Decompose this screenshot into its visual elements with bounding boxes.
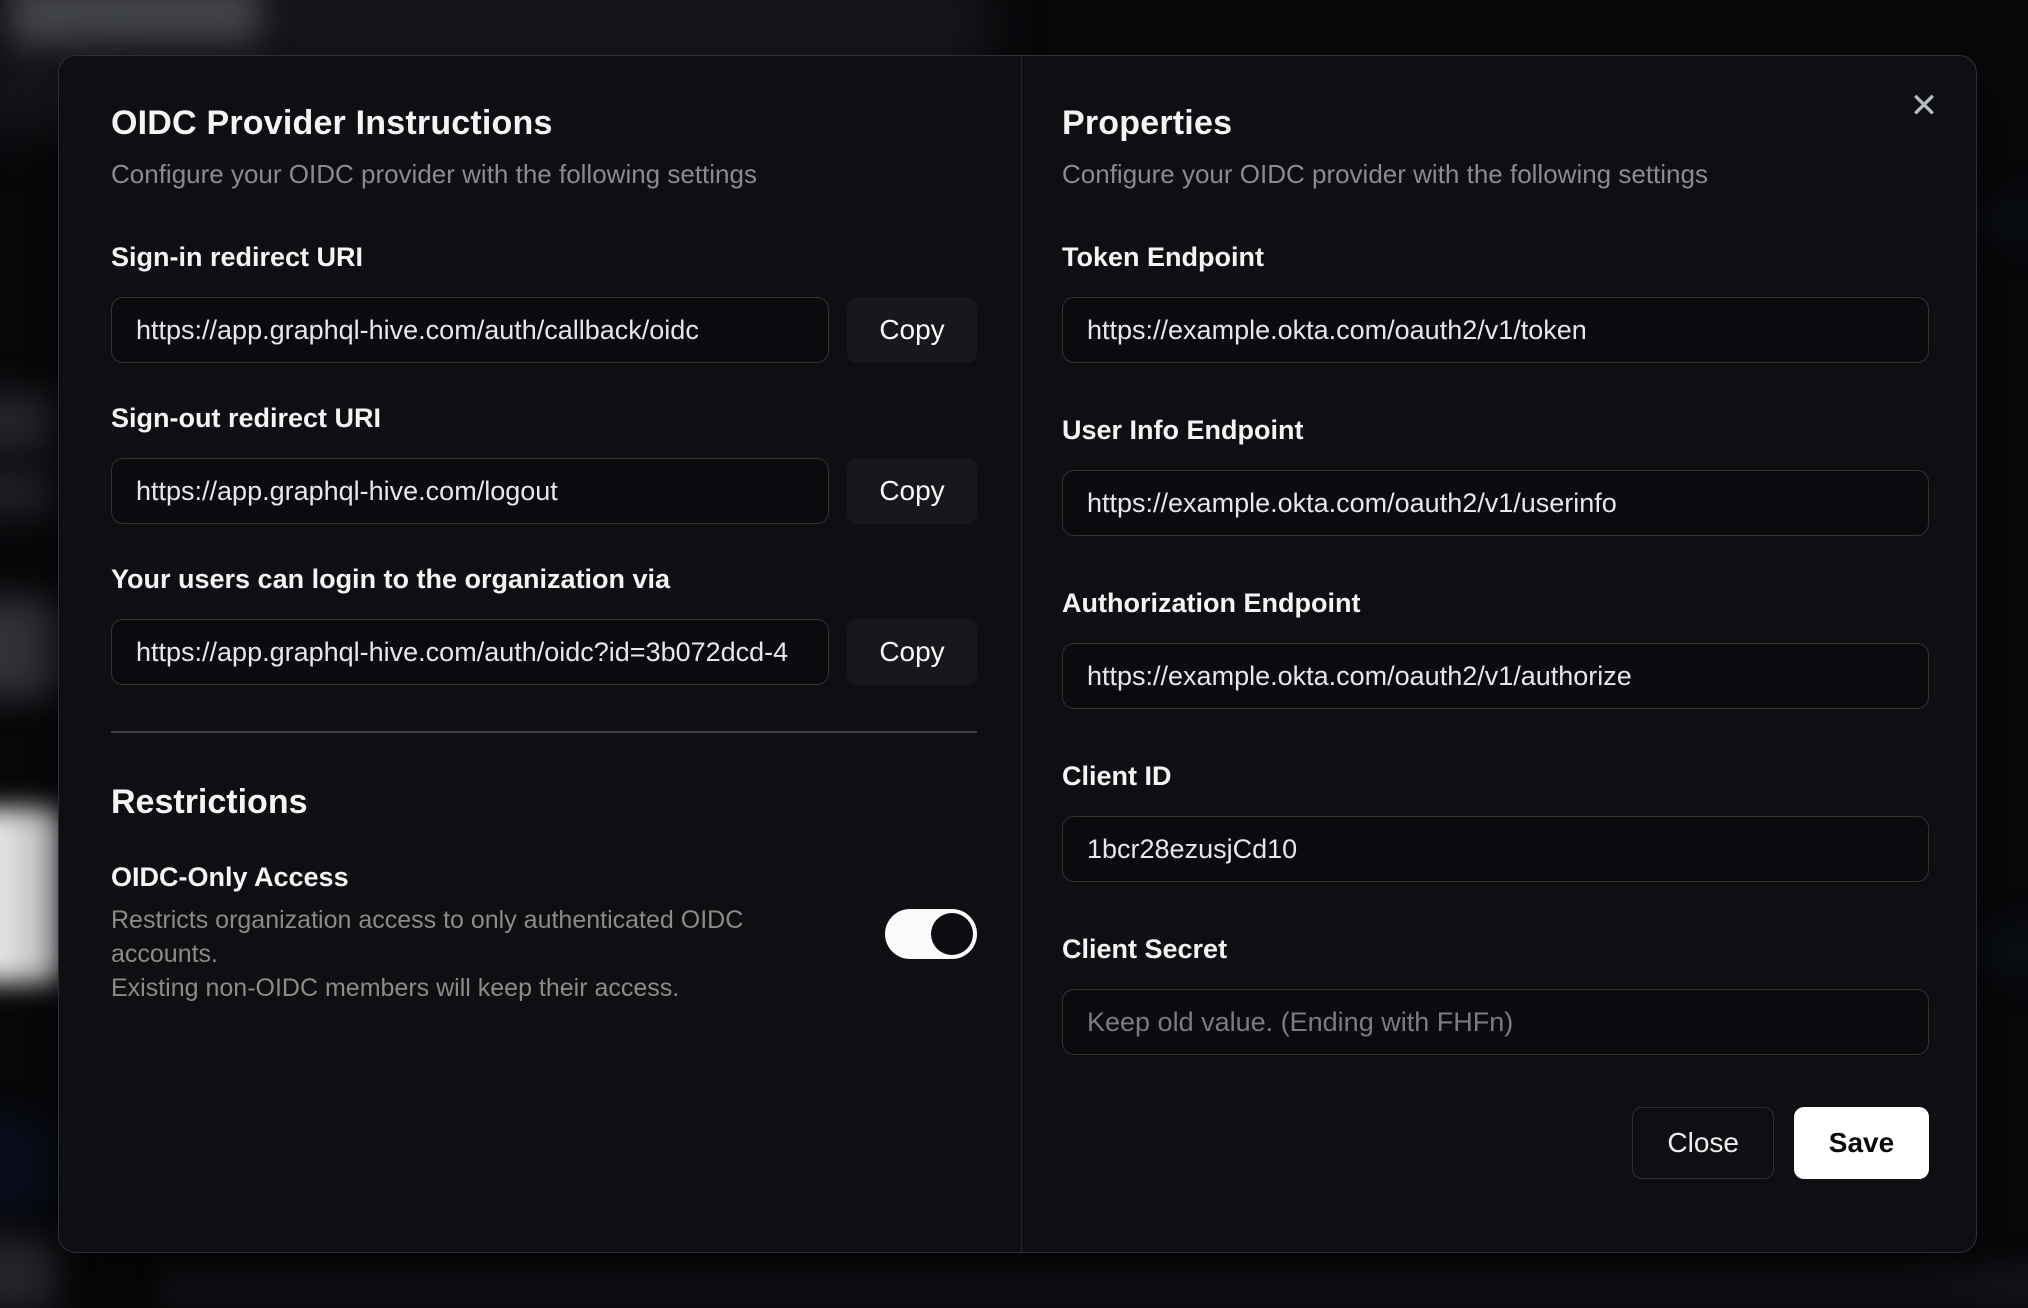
oidc-only-access-row: OIDC-Only Access Restricts organization … xyxy=(111,862,977,1005)
restrictions-title: Restrictions xyxy=(111,783,308,821)
client-id-label: Client ID xyxy=(1062,761,1172,791)
blurred-background-highlight xyxy=(0,808,62,983)
oidc-provider-modal: OIDC Provider Instructions Configure you… xyxy=(58,55,1977,1253)
description-line-2: Existing non-OIDC members will keep thei… xyxy=(111,974,680,1002)
oidc-only-access-label: OIDC-Only Access xyxy=(111,862,349,892)
oidc-only-access-description: Restricts organization access to only au… xyxy=(111,903,811,1005)
login-url-group: Your users can login to the organization… xyxy=(111,564,977,685)
client-secret-label: Client Secret xyxy=(1062,934,1228,964)
section-divider xyxy=(111,731,977,733)
user-info-endpoint-input[interactable] xyxy=(1062,470,1929,536)
login-url-row: Copy xyxy=(111,619,977,685)
oidc-only-access-texts: OIDC-Only Access Restricts organization … xyxy=(111,862,811,1005)
sign-in-redirect-group: Sign-in redirect URI Copy xyxy=(111,242,977,363)
token-endpoint-group: Token Endpoint xyxy=(1062,242,1929,363)
sign-in-copy-button[interactable]: Copy xyxy=(847,297,977,363)
close-button[interactable]: Close xyxy=(1632,1107,1774,1179)
authorization-endpoint-input[interactable] xyxy=(1062,643,1929,709)
sign-in-redirect-row: Copy xyxy=(111,297,977,363)
blurred-background-item xyxy=(1980,200,2028,240)
user-info-endpoint-label: User Info Endpoint xyxy=(1062,415,1304,445)
sign-out-redirect-input[interactable] xyxy=(111,458,829,524)
login-url-copy-button[interactable]: Copy xyxy=(847,619,977,685)
sign-in-redirect-label: Sign-in redirect URI xyxy=(111,242,364,272)
login-url-input[interactable] xyxy=(111,619,829,685)
oidc-only-access-toggle[interactable] xyxy=(885,908,977,959)
save-button[interactable]: Save xyxy=(1794,1107,1929,1179)
blurred-background-logo xyxy=(10,0,260,44)
token-endpoint-input[interactable] xyxy=(1062,297,1929,363)
blurred-background-item xyxy=(0,598,60,698)
description-line-1: Restricts organization access to only au… xyxy=(111,906,744,968)
client-secret-group: Client Secret xyxy=(1062,934,1929,1055)
authorization-endpoint-group: Authorization Endpoint xyxy=(1062,588,1929,709)
sign-out-redirect-group: Sign-out redirect URI Copy xyxy=(111,403,977,524)
client-id-input[interactable] xyxy=(1062,816,1929,882)
blurred-background-item xyxy=(160,1262,2028,1308)
instructions-title: OIDC Provider Instructions xyxy=(111,104,553,142)
token-endpoint-label: Token Endpoint xyxy=(1062,242,1264,272)
sign-out-redirect-label: Sign-out redirect URI xyxy=(111,403,382,433)
screen-backdrop: OIDC Provider Instructions Configure you… xyxy=(0,0,2028,1308)
blurred-background-item xyxy=(0,1238,58,1308)
blurred-background-item xyxy=(0,1118,58,1213)
close-icon[interactable]: ✕ xyxy=(1902,84,1946,128)
blurred-background-item xyxy=(0,392,58,454)
blurred-background-item xyxy=(1980,925,2028,977)
sign-in-redirect-input[interactable] xyxy=(111,297,829,363)
toggle-knob-icon xyxy=(931,912,973,955)
authorization-endpoint-label: Authorization Endpoint xyxy=(1062,588,1361,618)
sign-out-copy-button[interactable]: Copy xyxy=(847,458,977,524)
properties-subtitle: Configure your OIDC provider with the fo… xyxy=(1062,159,1708,189)
client-secret-input[interactable] xyxy=(1062,989,1929,1055)
user-info-endpoint-group: User Info Endpoint xyxy=(1062,415,1929,536)
blurred-background-item xyxy=(0,468,58,516)
login-url-label: Your users can login to the organization… xyxy=(111,564,671,594)
modal-actions: Close Save xyxy=(1062,1107,1929,1179)
properties-title: Properties xyxy=(1062,104,1233,142)
client-id-group: Client ID xyxy=(1062,761,1929,882)
sign-out-redirect-row: Copy xyxy=(111,458,977,524)
properties-panel: Properties Configure your OIDC provider … xyxy=(1022,56,1976,1252)
instructions-panel: OIDC Provider Instructions Configure you… xyxy=(59,56,1021,1252)
instructions-subtitle: Configure your OIDC provider with the fo… xyxy=(111,159,757,189)
